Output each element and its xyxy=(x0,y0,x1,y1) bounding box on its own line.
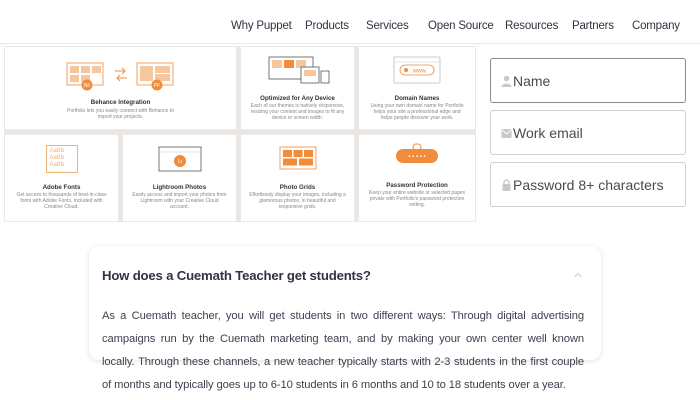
top-navigation: Why Puppet Products Services Open Source… xyxy=(0,0,700,44)
feature-title: Optimized for Any Device xyxy=(260,95,335,102)
feature-description: Easily access and import your photos fro… xyxy=(132,192,227,210)
nav-services[interactable]: Services xyxy=(366,20,409,32)
envelope-icon xyxy=(501,129,512,138)
feature-card-lightroom: Lr Lightroom Photos Easily access and im… xyxy=(122,134,237,222)
password-dots: • • • • • xyxy=(408,155,425,161)
domain-icon: www. xyxy=(393,56,441,84)
fonts-icon: AaBb AaBb AaBb xyxy=(45,145,78,173)
photo-grid-icon xyxy=(279,146,316,170)
feature-description: Get access to thousands of best-in-class… xyxy=(16,192,107,210)
nav-open-source[interactable]: Open Source xyxy=(428,20,494,32)
feature-title: Photo Grids xyxy=(279,184,316,191)
lock-icon xyxy=(502,179,511,191)
feature-description: Each of our themes is natively responsiv… xyxy=(250,103,345,121)
feature-card-device: Optimized for Any Device Each of our the… xyxy=(240,46,355,130)
password-field[interactable] xyxy=(490,162,686,207)
feature-description: Effortlessly display your images, includ… xyxy=(249,192,346,210)
feature-card-behance: Bē PF Behance Integration Portfolio lets… xyxy=(4,46,237,130)
feature-title: Adobe Fonts xyxy=(42,184,81,191)
feature-card-password: • • • • • Password Protection Keep your … xyxy=(358,134,476,222)
devices-icon xyxy=(268,56,329,84)
behance-sync-icon: Bē PF xyxy=(66,62,173,91)
feature-description: Using your own domain name for Portfolio… xyxy=(370,103,464,121)
www-badge: www. xyxy=(412,69,428,75)
nav-resources[interactable]: Resources xyxy=(505,20,558,32)
feature-card-domain: www. Domain Names Using your own domain … xyxy=(358,46,476,130)
feature-card-photo-grids: Photo Grids Effortlessly display your im… xyxy=(240,134,355,222)
feature-description: Keep your entire website or selected pag… xyxy=(369,190,465,208)
nav-products[interactable]: Products xyxy=(305,20,349,32)
feature-description: Portfolio lets you easily connect with B… xyxy=(66,108,174,120)
email-field[interactable] xyxy=(490,110,686,155)
nav-partners[interactable]: Partners xyxy=(572,20,614,32)
name-field[interactable] xyxy=(490,58,686,103)
nav-why-puppet[interactable]: Why Puppet xyxy=(231,20,292,32)
behance-badge: Bē xyxy=(83,83,89,89)
password-icon: • • • • • xyxy=(396,143,438,163)
feature-title: Behance Integration xyxy=(90,99,151,106)
faq-question[interactable]: How does a Cuemath Teacher get students? xyxy=(102,268,371,283)
chevron-up-icon[interactable] xyxy=(573,270,583,280)
nav-company[interactable]: Company xyxy=(632,20,680,32)
feature-card-fonts: AaBb AaBb AaBb Adobe Fonts Get access to… xyxy=(4,134,119,222)
password-input[interactable] xyxy=(513,171,678,199)
person-icon xyxy=(501,75,512,87)
feature-title: Lightroom Photos xyxy=(152,184,207,191)
feature-title: Password Protection xyxy=(386,182,448,189)
feature-title: Domain Names xyxy=(394,95,440,102)
lightroom-icon: Lr xyxy=(158,146,201,172)
feature-grid: Bē PF Behance Integration Portfolio lets… xyxy=(4,46,476,222)
email-input[interactable] xyxy=(513,119,678,147)
faq-answer: As a Cuemath teacher, you will get stude… xyxy=(102,310,584,391)
name-input[interactable] xyxy=(513,67,678,95)
lightroom-badge: Lr xyxy=(177,159,182,165)
portfolio-badge: PF xyxy=(153,83,159,89)
